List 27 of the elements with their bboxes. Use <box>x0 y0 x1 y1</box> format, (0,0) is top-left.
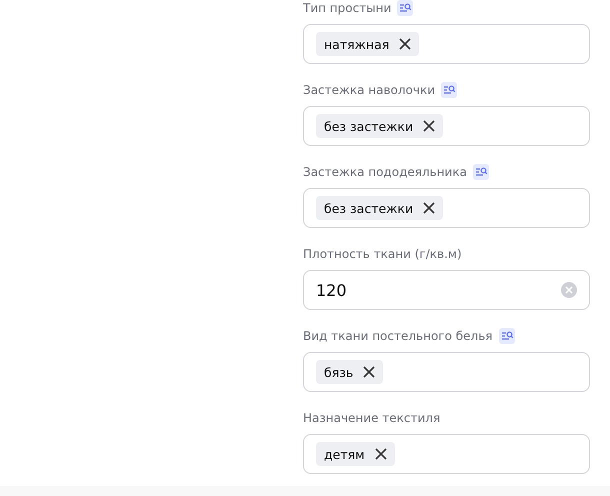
tag-input-field[interactable]: детям <box>303 434 590 474</box>
filter-search-icon[interactable] <box>472 164 489 180</box>
tag-label: детям <box>324 446 365 462</box>
remove-icon[interactable] <box>423 202 436 214</box>
remove-icon[interactable] <box>399 38 412 50</box>
text-input-field[interactable]: 120 <box>303 270 590 310</box>
tag-label: без застежки <box>324 200 414 216</box>
tag-label: бязь <box>324 364 354 380</box>
field-label: Тип простыни <box>303 1 392 15</box>
field-label: Застежка пододеяльника <box>303 165 467 179</box>
input-value: 120 <box>316 280 347 300</box>
tag-input-field[interactable]: бязь <box>303 352 590 392</box>
remove-icon[interactable] <box>423 120 436 132</box>
tag-input-field[interactable]: без застежки <box>303 106 590 146</box>
filter-search-icon[interactable] <box>498 328 514 344</box>
field-label: Застежка наволочки <box>303 83 436 97</box>
tag-input-field[interactable]: натяжная <box>303 24 590 64</box>
filter-search-icon[interactable] <box>397 0 414 16</box>
tag-input-field[interactable]: без застежки <box>303 188 590 228</box>
field-label: Назначение текстиля <box>303 411 440 425</box>
filter-search-icon[interactable] <box>441 82 458 98</box>
remove-icon[interactable] <box>363 366 376 378</box>
remove-icon[interactable] <box>374 448 387 460</box>
tag-label: без застежки <box>324 118 414 134</box>
tag-label: натяжная <box>324 36 390 52</box>
field-label: Плотность ткани (г/кв.м) <box>303 247 462 261</box>
field-label: Вид ткани постельного белья <box>303 329 492 343</box>
